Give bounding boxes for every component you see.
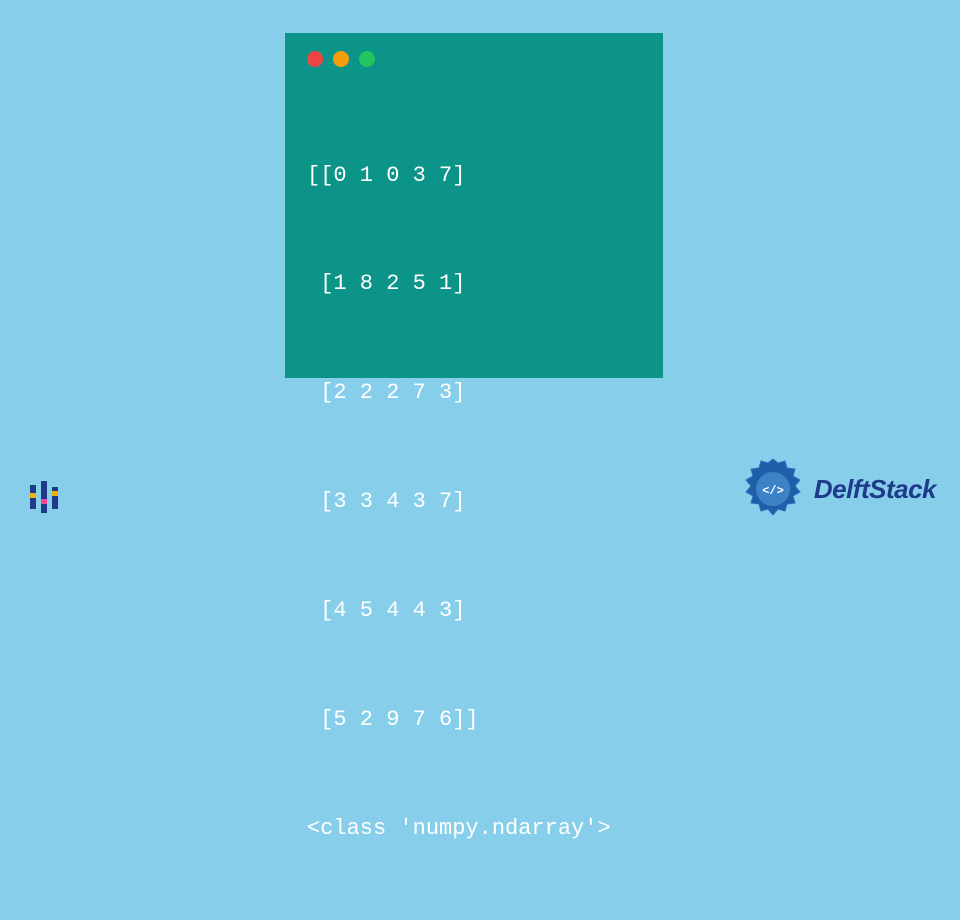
minimize-icon[interactable]: [333, 51, 349, 67]
brand-name: DelftStack: [814, 474, 936, 505]
terminal-output: [[0 1 0 3 7] [1 8 2 5 1] [2 2 2 7 3] [3 …: [307, 85, 641, 920]
output-line: [4 5 4 4 3]: [307, 593, 641, 629]
maximize-icon[interactable]: [359, 51, 375, 67]
output-line: <class 'numpy.ndarray'>: [307, 811, 641, 847]
output-line: [3 3 4 3 7]: [307, 484, 641, 520]
output-line: [[0 1 0 3 7]: [307, 158, 641, 194]
gear-badge-icon: </>: [740, 456, 806, 522]
window-controls: [307, 51, 641, 67]
brand-logo: </> DelftStack: [740, 456, 936, 522]
terminal-window: [[0 1 0 3 7] [1 8 2 5 1] [2 2 2 7 3] [3 …: [285, 33, 663, 378]
output-line: [2 2 2 7 3]: [307, 375, 641, 411]
output-line: [1 8 2 5 1]: [307, 266, 641, 302]
close-icon[interactable]: [307, 51, 323, 67]
small-logo-icon: [24, 477, 64, 522]
output-line: [5 2 9 7 6]]: [307, 702, 641, 738]
svg-text:</>: </>: [762, 484, 784, 498]
